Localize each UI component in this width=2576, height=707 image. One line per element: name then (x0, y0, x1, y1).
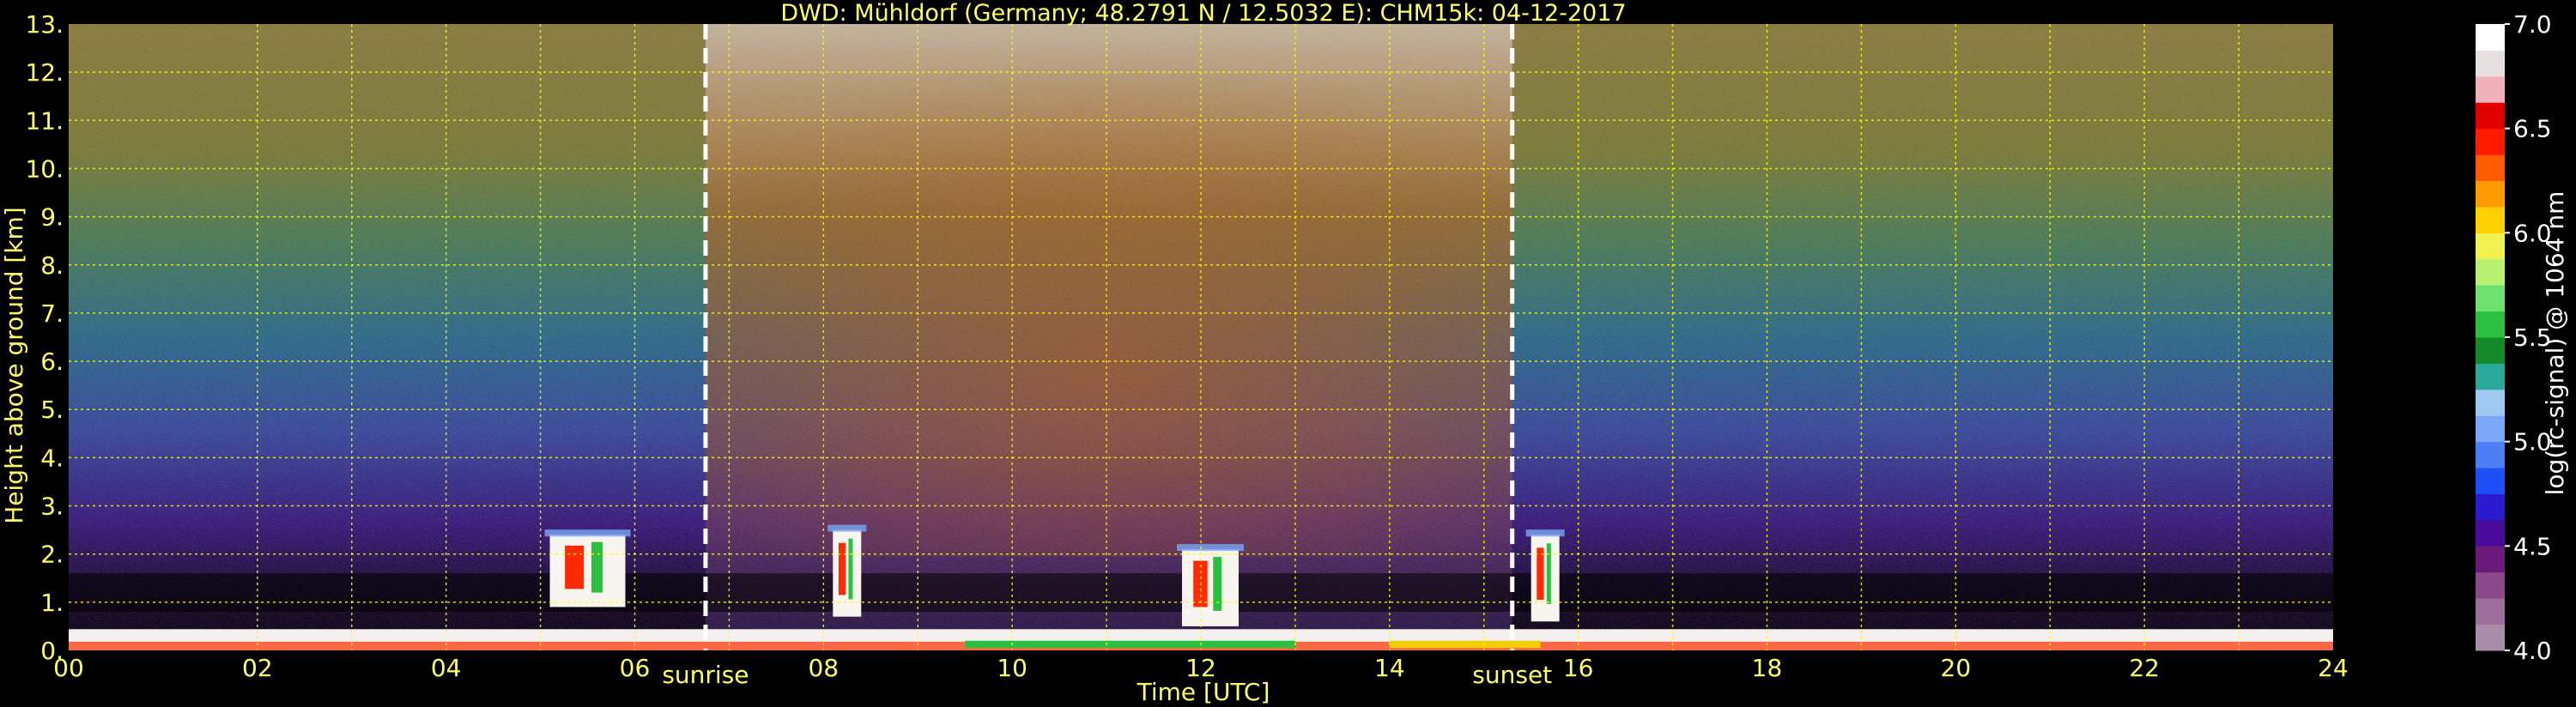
colorbar-segment (2476, 154, 2505, 181)
y-tick-label: 12. (25, 58, 64, 87)
x-tick-label: 04 (431, 654, 462, 682)
colorbar-segment (2476, 285, 2505, 312)
colorbar-tick-label: 6.5 (2513, 115, 2552, 143)
sunrise-label: sunrise (662, 661, 749, 689)
colorbar-segment (2476, 415, 2505, 443)
colorbar-segment (2476, 24, 2505, 51)
y-tick-label: 10. (25, 154, 64, 183)
cloud-feature (544, 529, 631, 607)
x-tick-label: 14 (1374, 654, 1405, 682)
colorbar-tick-label: 4.5 (2513, 532, 2552, 560)
surface-layer-yellow (1389, 640, 1541, 649)
colorbar-segment (2476, 598, 2505, 625)
colorbar-segment (2476, 180, 2505, 208)
x-tick-label: 10 (997, 654, 1027, 682)
colorbar-segment (2476, 546, 2505, 573)
x-tick-label: 08 (809, 654, 839, 682)
colorbar-segment (2476, 468, 2505, 494)
y-axis-label: Height above ground [km] (0, 207, 28, 524)
x-axis-label: Time [UTC] (1136, 678, 1270, 706)
x-tick-label: 00 (53, 654, 84, 682)
surface-layer-green (965, 640, 1295, 649)
colorbar-segment (2476, 258, 2505, 286)
colorbar-segment (2476, 493, 2505, 521)
colorbar-segment (2476, 102, 2505, 130)
x-tick-label: 18 (1752, 654, 1783, 682)
cloud-feature (1525, 529, 1565, 622)
colorbar-tick-label: 7.0 (2513, 10, 2552, 39)
y-tick-label: 1. (40, 589, 64, 617)
y-tick-label: 9. (40, 203, 64, 232)
colorbar-segment (2476, 363, 2505, 390)
sunset-label: sunset (1472, 661, 1552, 689)
cloud-feature (1177, 544, 1244, 626)
colorbar-segment (2476, 441, 2505, 468)
y-tick-label: 11. (25, 106, 64, 135)
y-tick-label: 7. (40, 299, 64, 328)
y-tick-label: 3. (40, 492, 64, 521)
x-tick-label: 06 (620, 654, 651, 682)
colorbar-segment (2476, 624, 2505, 651)
x-tick-label: 16 (1563, 654, 1594, 682)
x-tick-label: 22 (2129, 654, 2160, 682)
y-tick-label: 6. (40, 347, 64, 376)
colorbar-segment (2476, 389, 2505, 416)
y-tick-label: 8. (40, 251, 64, 280)
colorbar-segment (2476, 206, 2505, 233)
x-tick-label: 02 (242, 654, 273, 682)
y-tick-label: 13. (25, 10, 64, 39)
y-tick-label: 4. (40, 444, 64, 472)
colorbar-segment (2476, 128, 2505, 155)
y-tick-labels: 0.1.2.3.4.5.6.7.8.9.10.11.12.13. (25, 10, 64, 665)
colorbar-tick-label: 4.0 (2513, 637, 2552, 665)
ceilometer-chart: sunrise sunset 0.1.2.3.4.5.6.7.8.9.10.11.… (0, 0, 2569, 706)
colorbar-label: log(rc-signal) @ 1064 nm (2541, 191, 2569, 496)
colorbar-segment (2476, 233, 2505, 260)
x-tick-label: 24 (2318, 654, 2349, 682)
colorbar-segment (2476, 337, 2505, 364)
colorbar-segment (2476, 571, 2505, 599)
chart-title: DWD: Mühldorf (Germany; 48.2791 N / 12.5… (780, 0, 1626, 27)
colorbar-segment (2476, 519, 2505, 547)
x-tick-label: 20 (1941, 654, 1972, 682)
colorbar-segment (2476, 311, 2505, 338)
y-tick-label: 5. (40, 396, 64, 424)
y-tick-label: 2. (40, 541, 64, 569)
cloud-feature (827, 524, 867, 617)
colorbar-segment (2476, 50, 2505, 77)
colorbar-segment (2476, 76, 2505, 103)
